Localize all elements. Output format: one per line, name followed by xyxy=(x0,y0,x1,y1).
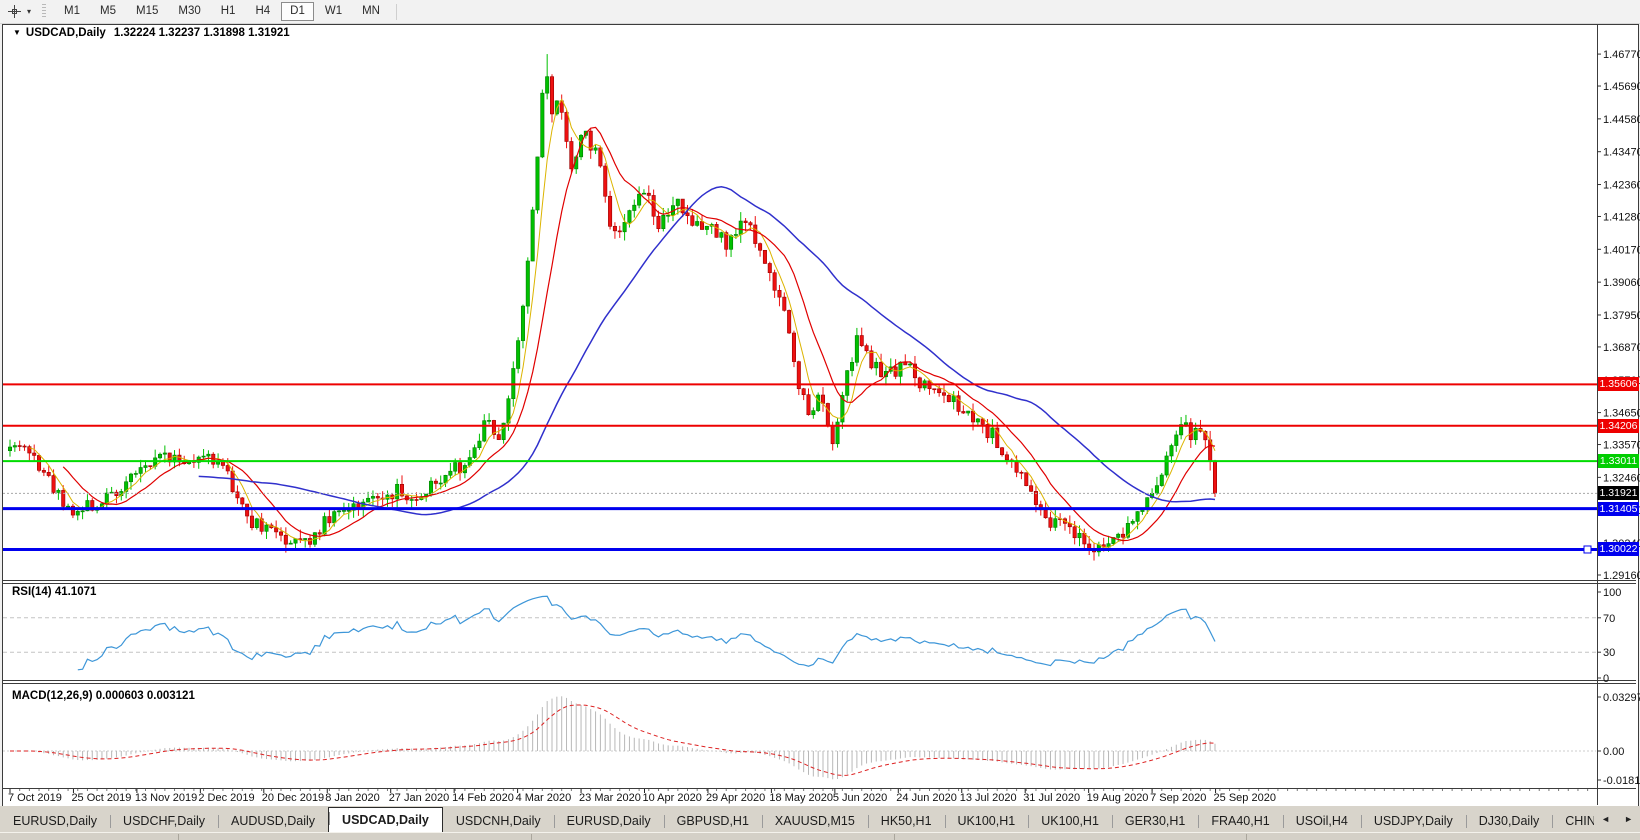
chart-area[interactable] xyxy=(2,24,1639,807)
chart-tabs: EURUSD,DailyUSDCHF,DailyAUDUSD,DailyUSDC… xyxy=(0,806,1594,832)
chart-tab-usdchf-daily[interactable]: USDCHF,Daily xyxy=(110,811,218,832)
chart-tab-audusd-daily[interactable]: AUDUSD,Daily xyxy=(218,811,328,832)
chart-tab-xauusd-m15[interactable]: XAUUSD,M15 xyxy=(762,811,868,832)
price-tag-1.30022[interactable]: 1.30022 xyxy=(1598,542,1639,556)
chart-tabs-bar: EURUSD,DailyUSDCHF,DailyAUDUSD,DailyUSDC… xyxy=(0,806,1640,832)
toolbar-separator xyxy=(396,4,397,20)
crosshair-glyph xyxy=(7,4,22,19)
strip-separator xyxy=(894,834,895,840)
chart-tab-dj30-daily[interactable]: DJ30,Daily xyxy=(1466,811,1552,832)
chart-tab-fra40-h1[interactable]: FRA40,H1 xyxy=(1198,811,1282,832)
timeframe-button-m15[interactable]: M15 xyxy=(127,2,167,21)
chart-tab-hk50-h1[interactable]: HK50,H1 xyxy=(868,811,945,832)
timeframe-button-m30[interactable]: M30 xyxy=(169,2,209,21)
timeframe-button-m1[interactable]: M1 xyxy=(55,2,89,21)
crosshair-icon[interactable] xyxy=(4,3,24,21)
top-toolbar: ▾ M1M5M15M30H1H4D1W1MN xyxy=(0,0,1640,24)
price-tag-1.31405[interactable]: 1.31405 xyxy=(1598,502,1639,516)
strip-separator xyxy=(531,834,532,840)
chart-tab-uk100-h1[interactable]: UK100,H1 xyxy=(1028,811,1112,832)
chart-tab-china300-h1[interactable]: CHINA300,H1 xyxy=(1552,811,1594,832)
chart-tab-usdcad-daily[interactable]: USDCAD,Daily xyxy=(328,807,443,832)
strip-separator xyxy=(1246,834,1247,840)
tabs-scroll-left-button[interactable]: ◄ xyxy=(1598,812,1613,826)
macd-indicator-label: MACD(12,26,9) 0.000603 0.003121 xyxy=(12,690,195,702)
rsi-indicator-label: RSI(14) 41.1071 xyxy=(12,586,96,598)
timeframe-button-m5[interactable]: M5 xyxy=(91,2,125,21)
chart-tab-usdjpy-daily[interactable]: USDJPY,Daily xyxy=(1361,811,1466,832)
tool-dropdown-arrow[interactable]: ▾ xyxy=(24,7,34,16)
strip-separator xyxy=(178,834,179,840)
chart-tab-usdcnh-daily[interactable]: USDCNH,Daily xyxy=(443,811,554,832)
price-tag-1.35606[interactable]: 1.35606 xyxy=(1598,377,1639,391)
collapse-triangle-icon[interactable]: ▼ xyxy=(13,28,21,37)
chart-tab-gbpusd-h1[interactable]: GBPUSD,H1 xyxy=(664,811,762,832)
tab-scroll-arrows: ◄ ► xyxy=(1594,806,1640,832)
chart-title: ▼ USDCAD,Daily 1.32224 1.32237 1.31898 1.3… xyxy=(13,27,290,39)
timeframe-button-w1[interactable]: W1 xyxy=(316,2,351,21)
chart-ohlc-values: 1.32224 1.32237 1.31898 1.31921 xyxy=(114,27,290,39)
chart-tab-usoil-h4[interactable]: USOil,H4 xyxy=(1283,811,1361,832)
price-tag-1.33011[interactable]: 1.33011 xyxy=(1598,454,1639,468)
timeframe-button-mn[interactable]: MN xyxy=(353,2,389,21)
chart-symbol-period: USDCAD,Daily xyxy=(26,27,106,39)
chart-tab-ger30-h1[interactable]: GER30,H1 xyxy=(1112,811,1198,832)
timeframe-button-d1[interactable]: D1 xyxy=(281,2,314,21)
timeframe-button-h4[interactable]: H4 xyxy=(246,2,279,21)
price-tag-1.34206[interactable]: 1.34206 xyxy=(1598,419,1639,433)
chart-tab-eurusd-daily[interactable]: EURUSD,Daily xyxy=(0,811,110,832)
tabs-scroll-right-button[interactable]: ► xyxy=(1621,812,1636,826)
chart-tab-uk100-h1[interactable]: UK100,H1 xyxy=(945,811,1029,832)
toolbar-grip[interactable] xyxy=(42,4,46,19)
timeframe-buttons: M1M5M15M30H1H4D1W1MN xyxy=(54,2,390,21)
price-tag-1.31921[interactable]: 1.31921 xyxy=(1598,486,1639,500)
chart-tab-eurusd-daily[interactable]: EURUSD,Daily xyxy=(554,811,664,832)
timeframe-button-h1[interactable]: H1 xyxy=(212,2,245,21)
